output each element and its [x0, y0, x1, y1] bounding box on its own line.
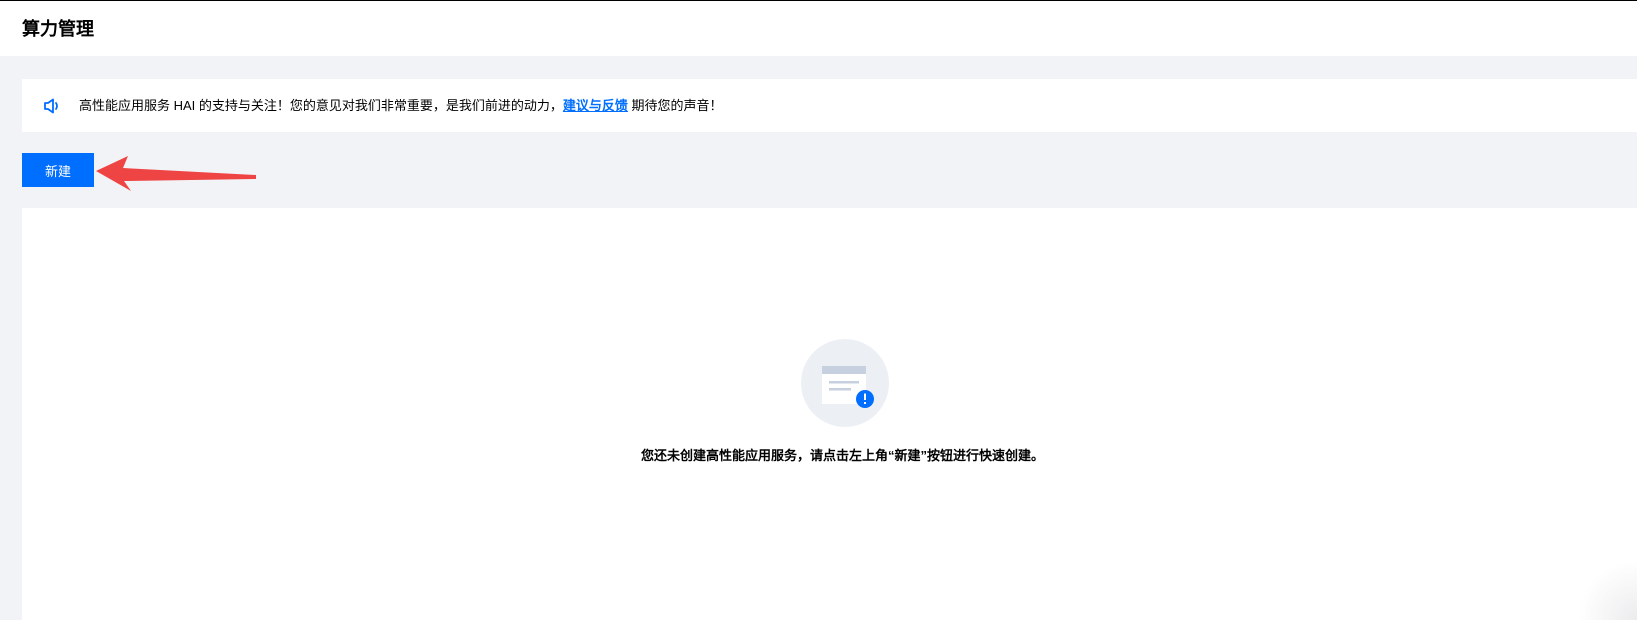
feedback-link[interactable]: 建议与反馈 [563, 98, 628, 113]
speaker-icon [43, 96, 63, 116]
create-button[interactable]: 新建 [22, 153, 94, 187]
page-header: 算力管理 [0, 1, 1637, 56]
page-title: 算力管理 [22, 19, 94, 39]
content-panel: 您还未创建高性能应用服务，请点击左上角“新建”按钮进行快速创建。 [22, 208, 1637, 620]
corner-shadow [1577, 560, 1637, 620]
notice-text-before: 高性能应用服务 HAI 的支持与关注！您的意见对我们非常重要，是我们前进的动力， [79, 97, 563, 113]
feedback-notice-banner: 高性能应用服务 HAI 的支持与关注！您的意见对我们非常重要，是我们前进的动力，… [22, 79, 1637, 132]
annotation-arrow-icon [96, 156, 256, 191]
empty-state-message: 您还未创建高性能应用服务，请点击左上角“新建”按钮进行快速创建。 [640, 448, 1044, 463]
notice-text-after: 期待您的声音！ [627, 97, 723, 113]
notice-text: 高性能应用服务 HAI 的支持与关注！您的意见对我们非常重要，是我们前进的动力，… [79, 97, 723, 115]
empty-document-icon [801, 339, 889, 427]
